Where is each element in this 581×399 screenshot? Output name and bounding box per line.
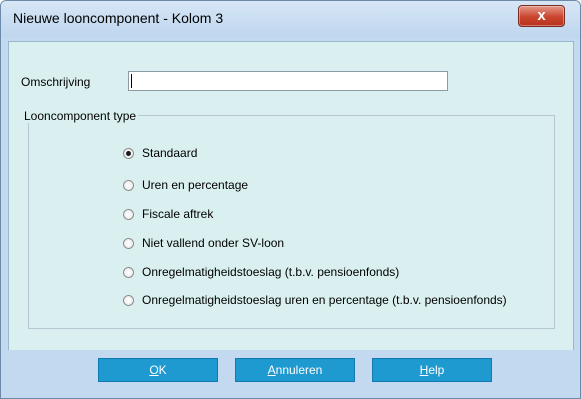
radio-button-onregelmatigheidstoeslag[interactable]: [123, 266, 134, 278]
window-title: Nieuwe looncomponent - Kolom 3: [13, 10, 224, 26]
radio-button-onregelmatigheidstoeslag-uren[interactable]: [123, 294, 134, 306]
dialog-content: Omschrijving Looncomponent type Standaar…: [8, 41, 574, 351]
omschrijving-input[interactable]: [128, 71, 448, 91]
radio-label-standaard: Standaard: [142, 146, 198, 160]
radio-option-onregelmatigheidstoeslag[interactable]: Onregelmatigheidstoeslag (t.b.v. pensioe…: [123, 264, 399, 280]
annuleren-label-rest: nnuleren: [275, 363, 323, 377]
radio-label-onregelmatigheidstoeslag-uren: Onregelmatigheidstoeslag uren en percent…: [142, 293, 507, 307]
omschrijving-label: Omschrijving: [21, 75, 91, 89]
help-button[interactable]: Help: [372, 358, 492, 382]
dialog-window: Nieuwe looncomponent - Kolom 3 x Omschri…: [0, 0, 581, 399]
ok-label-rest: K: [158, 363, 167, 377]
help-label-rest: elp: [428, 363, 445, 377]
radio-label-niet-vallend-onder-sv-loon: Niet vallend onder SV-loon: [142, 236, 285, 250]
radio-label-fiscale-aftrek: Fiscale aftrek: [142, 207, 214, 221]
radio-button-niet-vallend-onder-sv-loon[interactable]: [123, 237, 134, 249]
radio-option-onregelmatigheidstoeslag-uren[interactable]: Onregelmatigheidstoeslag uren en percent…: [123, 292, 507, 308]
radio-label-onregelmatigheidstoeslag: Onregelmatigheidstoeslag (t.b.v. pensioe…: [142, 265, 400, 279]
annuleren-mnemonic: A: [267, 363, 276, 377]
annuleren-button[interactable]: Annuleren: [235, 358, 355, 382]
text-caret: [131, 74, 132, 88]
title-bar[interactable]: Nieuwe looncomponent - Kolom 3 x: [1, 1, 580, 37]
radio-button-standaard[interactable]: [123, 147, 134, 159]
radio-label-uren-en-percentage: Uren en percentage: [142, 178, 249, 192]
radio-option-standaard[interactable]: Standaard: [123, 145, 197, 161]
radio-option-niet-vallend-onder-sv-loon[interactable]: Niet vallend onder SV-loon: [123, 235, 284, 251]
ok-mnemonic: O: [149, 363, 159, 377]
looncomponent-type-label: Looncomponent type: [22, 109, 139, 123]
radio-option-fiscale-aftrek[interactable]: Fiscale aftrek: [123, 206, 213, 222]
radio-option-uren-en-percentage[interactable]: Uren en percentage: [123, 177, 248, 193]
radio-button-fiscale-aftrek[interactable]: [123, 208, 134, 220]
radio-selected-dot: [126, 150, 131, 156]
ok-button[interactable]: OK: [98, 358, 218, 382]
radio-button-uren-en-percentage[interactable]: [123, 179, 134, 191]
close-button[interactable]: x: [518, 5, 565, 27]
